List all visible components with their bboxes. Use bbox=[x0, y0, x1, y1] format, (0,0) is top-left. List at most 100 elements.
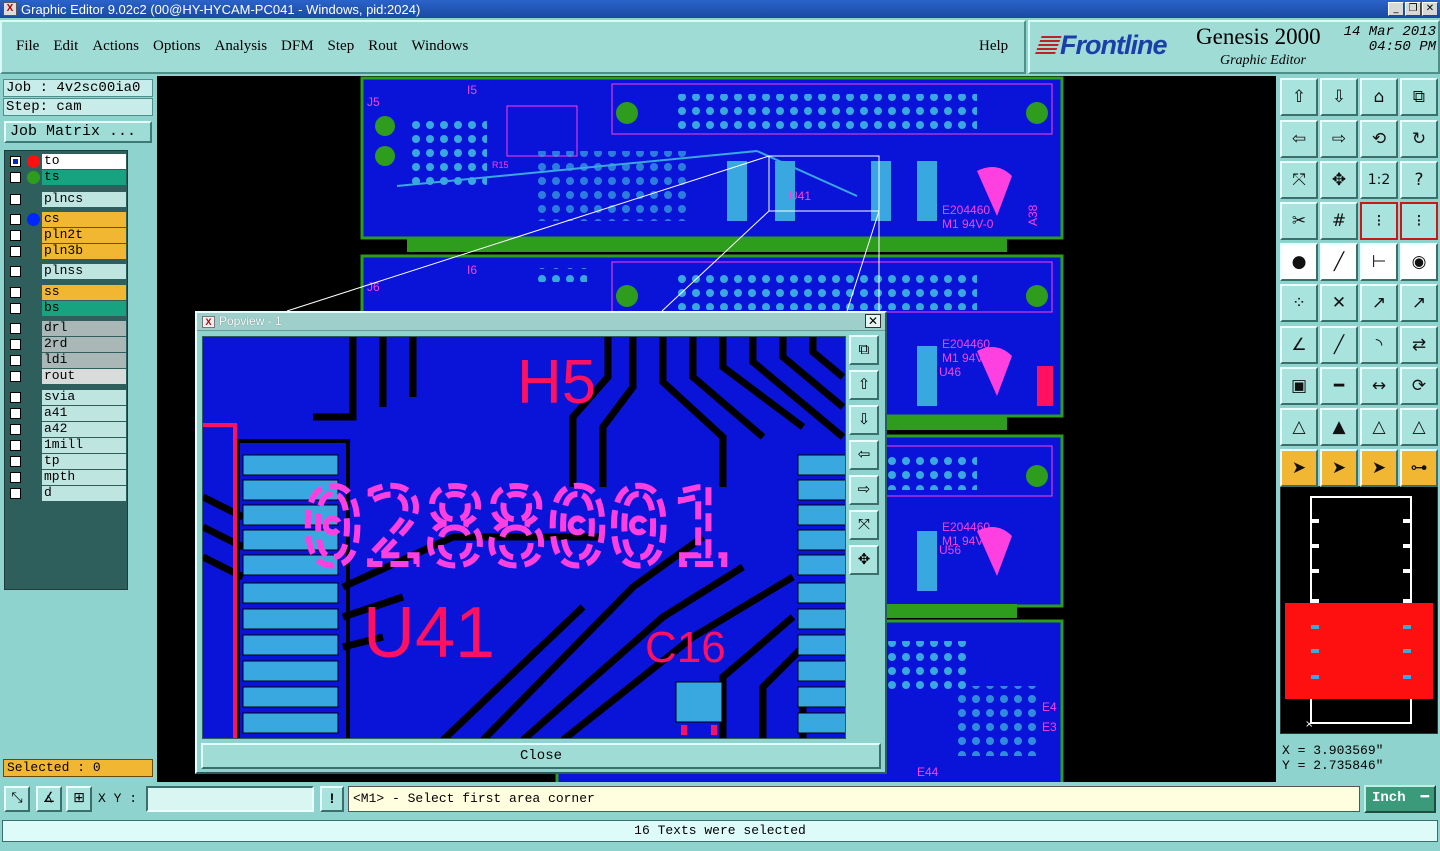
layer-checkbox[interactable] bbox=[10, 371, 21, 382]
tool-button[interactable]: ➤ bbox=[1320, 449, 1358, 487]
layer-row-tp[interactable]: tp bbox=[5, 454, 129, 469]
layer-checkbox[interactable] bbox=[10, 339, 21, 350]
layer-name[interactable]: d bbox=[42, 486, 126, 501]
popview-titlebar[interactable]: X Popview - 1 ✕ bbox=[197, 313, 885, 331]
tool-button[interactable]: △ bbox=[1280, 408, 1318, 446]
tool-button[interactable]: ⌂ bbox=[1360, 78, 1398, 116]
tool-button[interactable]: ⇧ bbox=[1280, 78, 1318, 116]
tool-button[interactable]: △ bbox=[1360, 408, 1398, 446]
layer-row-rout[interactable]: rout bbox=[5, 369, 129, 384]
tool-button[interactable]: ✂ bbox=[1280, 202, 1318, 240]
layer-checkbox[interactable] bbox=[10, 392, 21, 403]
tool-button[interactable]: ✥ bbox=[1320, 161, 1358, 199]
tool-button[interactable]: ◝ bbox=[1360, 326, 1398, 364]
zoom-window-icon[interactable]: ⧉ bbox=[849, 335, 879, 365]
tool-button[interactable]: ⇩ bbox=[1320, 78, 1358, 116]
layer-name[interactable]: pln3b bbox=[42, 244, 126, 259]
menu-dfm[interactable]: DFM bbox=[281, 38, 314, 55]
tool-button[interactable]: ⊶ bbox=[1400, 449, 1438, 487]
popview-selected-text[interactable]: 0288001 bbox=[298, 464, 735, 592]
tool-button[interactable]: ↔ bbox=[1360, 367, 1398, 405]
popview-close-icon[interactable]: ✕ bbox=[865, 314, 881, 328]
tool-button[interactable]: ⇨ bbox=[1320, 120, 1358, 158]
layer-name[interactable]: ldi bbox=[42, 353, 126, 368]
layer-checkbox[interactable] bbox=[10, 323, 21, 334]
layer-row-pln3b[interactable]: pln3b bbox=[5, 244, 129, 259]
layer-checkbox[interactable] bbox=[10, 266, 21, 277]
tool-button[interactable]: ↗ bbox=[1400, 284, 1438, 322]
layer-row-to[interactable]: to bbox=[5, 154, 129, 169]
layer-row-mpth[interactable]: mpth bbox=[5, 470, 129, 485]
layer-row-pln2t[interactable]: pln2t bbox=[5, 228, 129, 243]
tool-button[interactable]: ? bbox=[1400, 161, 1438, 199]
layer-checkbox[interactable] bbox=[10, 488, 21, 499]
close-icon[interactable]: ✕ bbox=[1422, 2, 1438, 16]
layer-color-dot-icon[interactable] bbox=[27, 171, 40, 184]
overview-map[interactable]: × bbox=[1280, 486, 1438, 734]
layer-row-a42[interactable]: a42 bbox=[5, 422, 129, 437]
layer-checkbox[interactable] bbox=[10, 472, 21, 483]
layer-checkbox[interactable] bbox=[10, 424, 21, 435]
layer-color-dot-icon[interactable] bbox=[27, 155, 40, 168]
tool-button[interactable]: 1:2 bbox=[1360, 161, 1398, 199]
tool-button[interactable]: ➤ bbox=[1360, 449, 1398, 487]
tool-button[interactable]: ⇦ bbox=[1280, 120, 1318, 158]
job-matrix-button[interactable]: Job Matrix ... bbox=[4, 121, 152, 143]
tool-button[interactable]: ⊢ bbox=[1360, 243, 1398, 281]
layer-name[interactable]: drl bbox=[42, 321, 126, 336]
tool-button[interactable]: ◉ bbox=[1400, 243, 1438, 281]
layer-checkbox[interactable] bbox=[10, 287, 21, 298]
restore-icon[interactable]: ❐ bbox=[1405, 2, 1421, 16]
layer-name[interactable]: ts bbox=[42, 170, 126, 185]
tool-button[interactable]: ⁘ bbox=[1280, 284, 1318, 322]
layer-name[interactable]: ss bbox=[42, 285, 126, 300]
fit-icon[interactable]: ⤧ bbox=[849, 510, 879, 540]
tool-button[interactable]: ● bbox=[1280, 243, 1318, 281]
layer-checkbox[interactable] bbox=[10, 408, 21, 419]
layer-checkbox[interactable] bbox=[10, 156, 21, 167]
layer-row-plncs[interactable]: plncs bbox=[5, 192, 129, 207]
tool-button[interactable]: ⧉ bbox=[1400, 78, 1438, 116]
tool-button[interactable]: ➤ bbox=[1280, 449, 1318, 487]
menu-step[interactable]: Step bbox=[328, 38, 355, 55]
layer-name[interactable]: a42 bbox=[42, 422, 126, 437]
layer-row-svia[interactable]: svia bbox=[5, 390, 129, 405]
layer-row-ldi[interactable]: ldi bbox=[5, 353, 129, 368]
menu-file[interactable]: File bbox=[16, 38, 39, 55]
tool-button[interactable]: ╱ bbox=[1320, 326, 1358, 364]
layer-row-plnss[interactable]: plnss bbox=[5, 264, 129, 279]
layer-name[interactable]: bs bbox=[42, 301, 126, 316]
layer-name[interactable]: plnss bbox=[42, 264, 126, 279]
tool-button[interactable]: ⤧ bbox=[1280, 161, 1318, 199]
grid-snap-icon[interactable]: ⊞ bbox=[66, 786, 92, 812]
layer-name[interactable]: svia bbox=[42, 390, 126, 405]
layer-checkbox[interactable] bbox=[10, 355, 21, 366]
angle-snap-icon[interactable]: ∡ bbox=[36, 786, 62, 812]
tool-button[interactable]: ⁝ bbox=[1400, 202, 1438, 240]
layer-color-dot-icon[interactable] bbox=[27, 213, 40, 226]
tool-button[interactable]: ━ bbox=[1320, 367, 1358, 405]
tool-button[interactable]: ∠ bbox=[1280, 326, 1318, 364]
layer-name[interactable]: tp bbox=[42, 454, 126, 469]
tool-button[interactable]: ╱ bbox=[1320, 243, 1358, 281]
tool-button[interactable]: ↻ bbox=[1400, 120, 1438, 158]
tool-button[interactable]: ↗ bbox=[1360, 284, 1398, 322]
layer-row-d[interactable]: d bbox=[5, 486, 129, 501]
layer-row-cs[interactable]: cs bbox=[5, 212, 129, 227]
tool-button[interactable]: ✕ bbox=[1320, 284, 1358, 322]
center-icon[interactable]: ✥ bbox=[849, 545, 879, 575]
layer-name[interactable]: pln2t bbox=[42, 228, 126, 243]
layer-name[interactable]: a41 bbox=[42, 406, 126, 421]
tool-button[interactable]: ⇄ bbox=[1400, 326, 1438, 364]
menu-analysis[interactable]: Analysis bbox=[215, 38, 268, 55]
layer-checkbox[interactable] bbox=[10, 456, 21, 467]
tool-button[interactable]: ▣ bbox=[1280, 367, 1318, 405]
tool-button[interactable]: # bbox=[1320, 202, 1358, 240]
layer-checkbox[interactable] bbox=[10, 214, 21, 225]
layer-row-ss[interactable]: ss bbox=[5, 285, 129, 300]
menu-actions[interactable]: Actions bbox=[92, 38, 139, 55]
pan-left-icon[interactable]: ⇦ bbox=[849, 440, 879, 470]
xy-input[interactable] bbox=[146, 786, 314, 812]
layer-checkbox[interactable] bbox=[10, 246, 21, 257]
execute-button[interactable]: ! bbox=[320, 786, 344, 812]
